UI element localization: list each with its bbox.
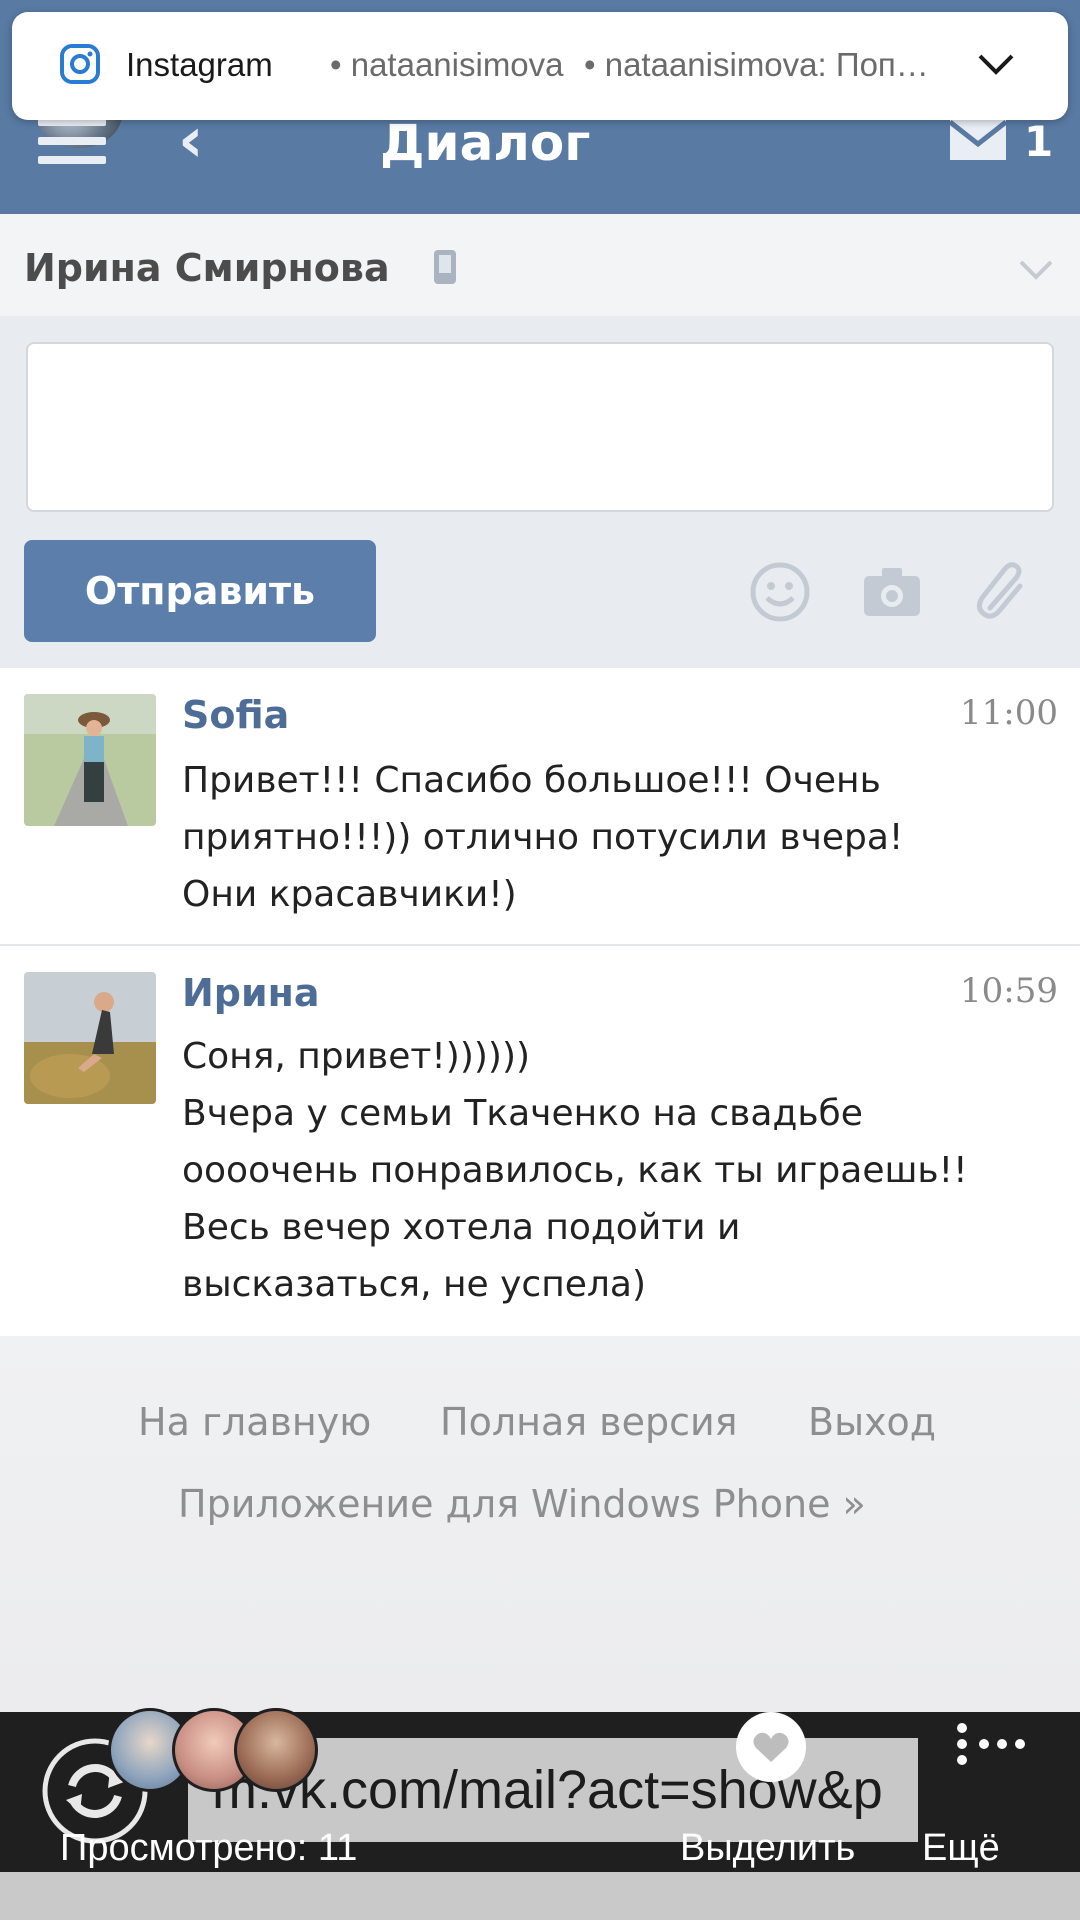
camera-icon[interactable] xyxy=(860,560,924,624)
menu-icon[interactable] xyxy=(38,118,106,164)
notification-app-name: Instagram xyxy=(126,46,273,83)
message-author[interactable]: Ирина xyxy=(182,968,320,1018)
smiley-icon[interactable] xyxy=(748,560,812,624)
heart-icon[interactable] xyxy=(736,1712,806,1782)
message-time: 10:59 xyxy=(960,971,1058,1011)
notification-message: • nataanisimova: Поп… xyxy=(584,46,929,83)
more-icon[interactable] xyxy=(950,1722,1030,1768)
unread-count-badge: 1 xyxy=(1024,117,1054,166)
message-text: Привет!!! Спасибо большое!!! Очень прият… xyxy=(182,760,904,915)
avatar[interactable] xyxy=(24,972,156,1104)
message-input[interactable] xyxy=(26,342,1054,512)
mobile-phone-icon xyxy=(434,250,456,284)
highlight-button[interactable]: Выделить xyxy=(680,1820,855,1876)
chevron-down-icon[interactable] xyxy=(976,52,1016,78)
message-author[interactable]: Sofia xyxy=(182,690,289,740)
chevron-down-icon[interactable] xyxy=(1018,258,1054,282)
logout-link[interactable]: Выход xyxy=(808,1394,936,1450)
message-time: 11:00 xyxy=(960,693,1058,733)
full-version-link[interactable]: Полная версия xyxy=(440,1394,738,1450)
notification-user: • nataanisimova xyxy=(330,46,564,83)
paperclip-icon[interactable] xyxy=(970,560,1034,624)
home-link[interactable]: На главную xyxy=(138,1394,371,1450)
send-button[interactable]: Отправить xyxy=(24,540,376,642)
instagram-icon xyxy=(60,44,100,84)
message-text: Соня, привет!)))))) Вчера у семьи Ткачен… xyxy=(182,1036,968,1305)
partner-name[interactable]: Ирина Смирнова xyxy=(24,240,390,296)
mail-icon[interactable] xyxy=(948,118,1008,162)
avatar[interactable] xyxy=(24,694,156,826)
more-button[interactable]: Ещё xyxy=(922,1820,1000,1876)
viewed-count[interactable]: Просмотрено: 11 xyxy=(60,1820,357,1876)
bottom-strip xyxy=(0,1872,1080,1920)
viewer-avatar[interactable] xyxy=(234,1708,318,1792)
windows-phone-app-link[interactable]: Приложение для Windows Phone » xyxy=(178,1476,866,1532)
